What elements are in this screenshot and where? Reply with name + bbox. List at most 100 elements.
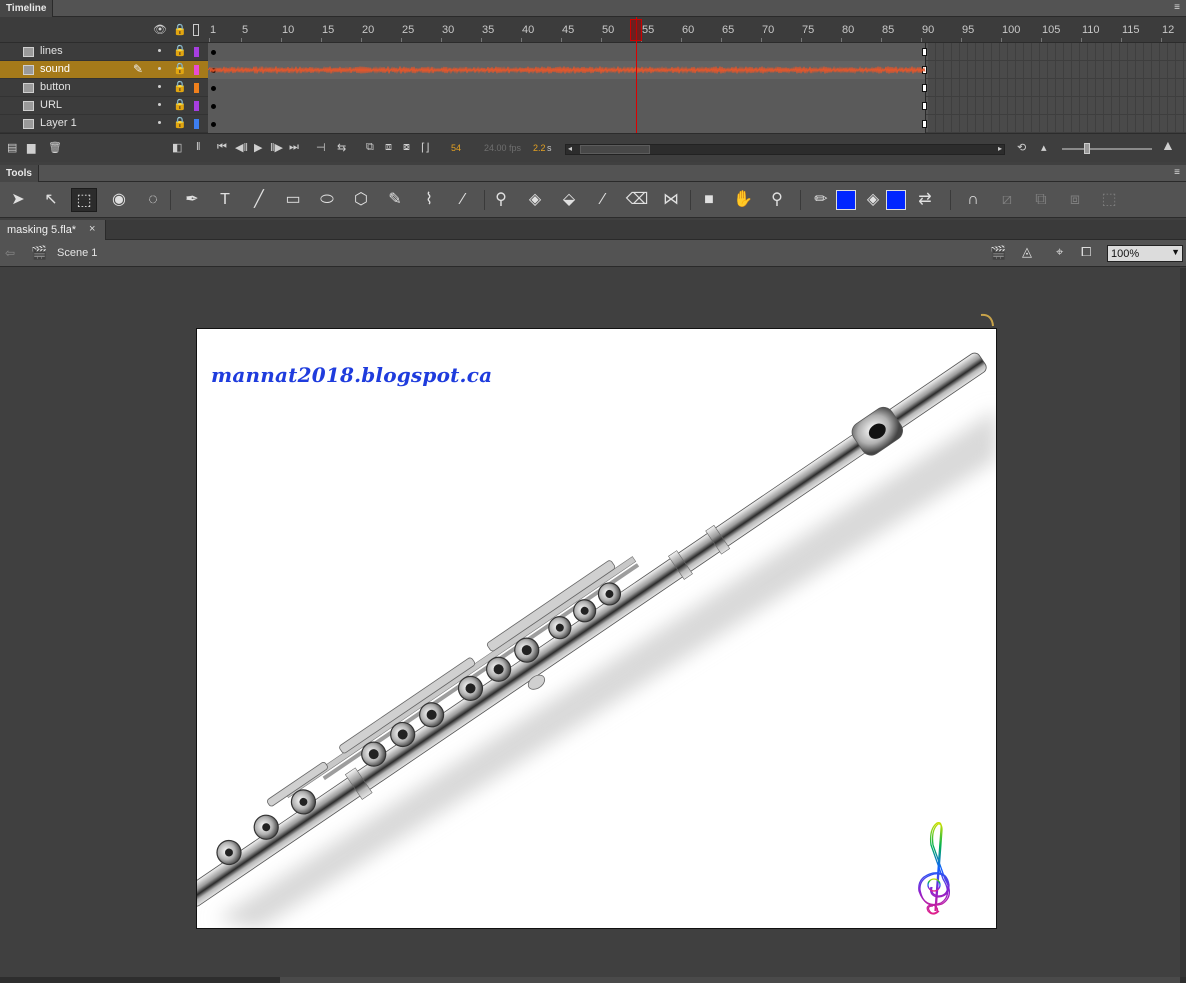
tools-tab[interactable]: Tools bbox=[0, 165, 39, 182]
pen-tool[interactable]: ✒ bbox=[179, 188, 205, 212]
timeline-scrollbar[interactable]: ◂ ▸ bbox=[565, 144, 1005, 155]
frame-span[interactable] bbox=[208, 79, 926, 97]
zoom-select[interactable]: 100% ▼ bbox=[1107, 245, 1183, 262]
delete-layer-icon[interactable]: 🗑 bbox=[48, 141, 62, 154]
vertical-scrollbar[interactable] bbox=[1180, 268, 1186, 977]
line-tool[interactable]: ╱ bbox=[246, 188, 272, 212]
outline-icon[interactable] bbox=[193, 24, 199, 36]
distribute-icon[interactable]: ⧈ bbox=[1062, 188, 1088, 212]
end-frame[interactable] bbox=[922, 102, 927, 110]
step-back-icon[interactable]: ◀‖ bbox=[235, 141, 248, 154]
onion-markers-icon[interactable]: ⌈⌋ bbox=[421, 141, 430, 154]
fill-bucket-icon[interactable]: ◈ bbox=[860, 188, 886, 212]
clip-content-icon[interactable]: ⧠ bbox=[1081, 244, 1091, 260]
scroll-right-icon[interactable]: ▸ bbox=[998, 144, 1002, 153]
end-frame[interactable] bbox=[922, 84, 927, 92]
scroll-left-icon[interactable]: ◂ bbox=[568, 144, 572, 153]
layer-name[interactable]: button bbox=[40, 81, 71, 93]
timeline-scroll-thumb[interactable] bbox=[580, 145, 650, 154]
layer-name[interactable]: lines bbox=[40, 45, 63, 57]
timeline-tab[interactable]: Timeline bbox=[0, 0, 54, 17]
timeline-zoom-knob[interactable] bbox=[1084, 143, 1090, 154]
3d-rotation-tool[interactable]: ◉ bbox=[106, 188, 132, 212]
frame-ruler[interactable]: 1 5 10 15 20 25 30 35 40 45 50 55 60 65 70 75 80 85 90 95 10… bbox=[208, 17, 1186, 43]
frame-grid[interactable] bbox=[208, 43, 1186, 133]
ink-bottle-tool[interactable]: ⬙ bbox=[556, 188, 582, 212]
paint-brush-tool[interactable]: ⌇ bbox=[416, 188, 442, 212]
flute-image[interactable] bbox=[197, 329, 997, 929]
frame-span[interactable] bbox=[208, 43, 926, 61]
layer-color-chip[interactable] bbox=[194, 65, 199, 75]
frame-row[interactable] bbox=[208, 79, 1186, 97]
pasteboard[interactable]: mannat2018.blogspot.ca bbox=[0, 268, 1186, 983]
edit-multiple-icon[interactable]: ⧇ bbox=[403, 141, 410, 154]
lock-icon[interactable]: 🔒 bbox=[173, 98, 187, 111]
stage[interactable]: mannat2018.blogspot.ca bbox=[196, 328, 997, 929]
chevron-down-icon[interactable]: ▼ bbox=[1171, 247, 1180, 257]
play-icon[interactable]: ▶ bbox=[254, 141, 262, 154]
layer-color-chip[interactable] bbox=[194, 47, 199, 57]
frame-rate[interactable]: 24.00 fps bbox=[484, 143, 521, 153]
fill-color-swatch[interactable] bbox=[886, 190, 906, 210]
eye-icon[interactable]: 👁 bbox=[153, 23, 167, 36]
text-tool[interactable]: T bbox=[212, 188, 238, 212]
frame-span[interactable] bbox=[208, 115, 926, 133]
width-tool[interactable]: ⋈ bbox=[658, 188, 684, 212]
layer-color-chip[interactable] bbox=[194, 83, 199, 93]
layer-row[interactable]: sound ✎ 🔒 bbox=[0, 61, 208, 79]
scene-name[interactable]: Scene 1 bbox=[57, 247, 97, 259]
lock-icon[interactable]: 🔒 bbox=[173, 44, 187, 57]
timeline-zoom-slider[interactable] bbox=[1062, 148, 1152, 150]
end-frame[interactable] bbox=[922, 48, 927, 56]
layer-name[interactable]: URL bbox=[40, 99, 62, 111]
playhead[interactable] bbox=[630, 19, 642, 41]
step-forward-icon[interactable]: ‖▶ bbox=[270, 141, 283, 154]
align-icon[interactable]: ⧄ bbox=[994, 188, 1020, 212]
layer-name[interactable]: Layer 1 bbox=[40, 117, 77, 129]
free-transform-tool[interactable]: ⬚ bbox=[71, 188, 97, 212]
onion-skin-icon[interactable]: ⧉ bbox=[366, 141, 374, 154]
lock-icon[interactable]: 🔒 bbox=[173, 23, 187, 36]
polystar-tool[interactable]: ⬡ bbox=[348, 188, 374, 212]
stage-url-text[interactable]: mannat2018.blogspot.ca bbox=[211, 363, 492, 387]
zoom-large-icon[interactable]: ▲ bbox=[1161, 137, 1175, 153]
zoom-tool[interactable]: ⚲ bbox=[764, 188, 790, 212]
first-frame-icon[interactable]: ⏮ bbox=[217, 141, 227, 154]
keyframe[interactable] bbox=[211, 104, 216, 109]
visibility-dot-icon[interactable] bbox=[158, 49, 161, 52]
edit-scene-icon[interactable]: 🎬 bbox=[990, 245, 1006, 261]
pencil-tool[interactable]: ✎ bbox=[382, 188, 408, 212]
lasso-tool[interactable]: ◌ bbox=[140, 188, 166, 212]
frame-row[interactable] bbox=[208, 97, 1186, 115]
new-folder-icon[interactable]: ▆ bbox=[27, 141, 35, 154]
treble-clef-icon[interactable] bbox=[911, 819, 961, 919]
visibility-dot-icon[interactable] bbox=[158, 103, 161, 106]
visibility-dot-icon[interactable] bbox=[158, 121, 161, 124]
lock-icon[interactable]: 🔒 bbox=[173, 116, 187, 129]
close-icon[interactable]: × bbox=[89, 223, 95, 235]
document-tab[interactable]: masking 5.fla* × bbox=[0, 220, 106, 240]
bone-tool[interactable]: ⚲ bbox=[488, 188, 514, 212]
panel-menu-icon[interactable]: ≡ bbox=[1172, 2, 1182, 14]
horizontal-scrollbar[interactable] bbox=[0, 977, 1186, 983]
center-frame-icon[interactable]: ⊣ bbox=[316, 141, 326, 154]
layer-row[interactable]: URL 🔒 bbox=[0, 97, 208, 115]
visibility-dot-icon[interactable] bbox=[158, 85, 161, 88]
paint-bucket-tool[interactable]: ◈ bbox=[522, 188, 548, 212]
eyedropper-tool[interactable]: ⁄ bbox=[590, 188, 616, 212]
layer-color-chip[interactable] bbox=[194, 101, 199, 111]
lock-icon[interactable]: 🔒 bbox=[173, 80, 187, 93]
oval-tool[interactable]: ⬭ bbox=[314, 188, 340, 212]
loop-icon[interactable]: ⇆ bbox=[337, 141, 346, 154]
elapsed-time[interactable]: 2.2 bbox=[533, 143, 546, 153]
lock-icon[interactable]: 🔒 bbox=[173, 62, 187, 75]
visibility-dot-icon[interactable] bbox=[158, 67, 161, 70]
selection-tool[interactable]: ➤ bbox=[5, 188, 31, 212]
layer-row[interactable]: lines 🔒 bbox=[0, 43, 208, 61]
onion-outline-icon[interactable]: ⧈ bbox=[385, 141, 392, 154]
horizontal-scroll-thumb[interactable] bbox=[280, 977, 1180, 983]
layer-row[interactable]: Layer 1 🔒 bbox=[0, 115, 208, 133]
last-frame-icon[interactable]: ⏭ bbox=[289, 141, 299, 154]
camera-toggle-icon[interactable]: ◧ bbox=[172, 141, 182, 154]
rectangle-tool[interactable]: ▭ bbox=[280, 188, 306, 212]
